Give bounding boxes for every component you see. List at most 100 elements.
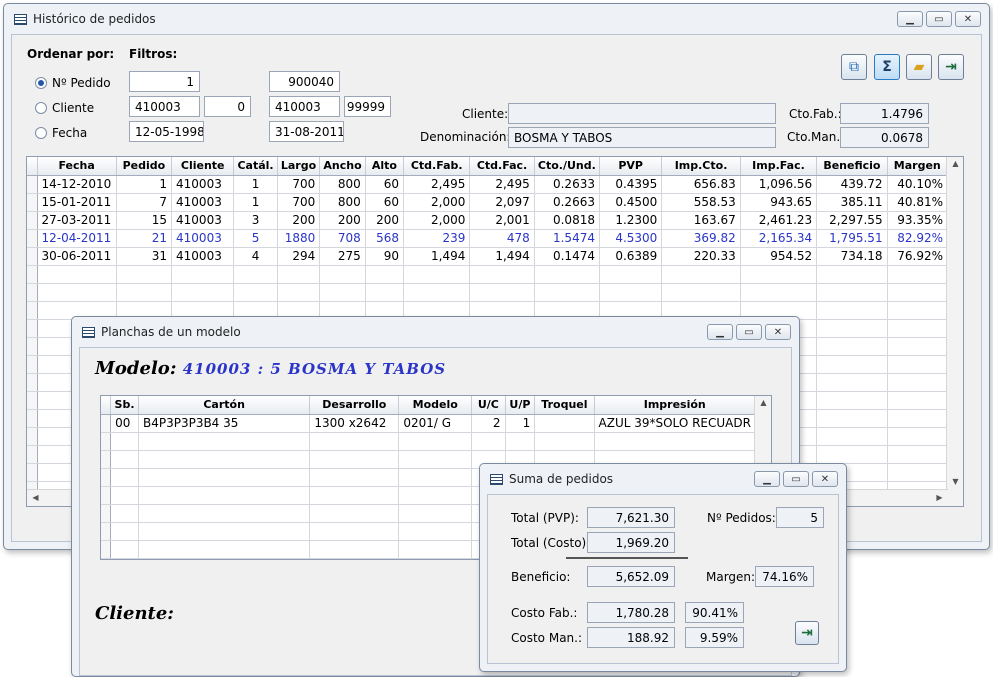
table-cell[interactable] <box>887 355 949 374</box>
table-cell[interactable] <box>816 391 888 410</box>
table-cell[interactable] <box>398 540 473 559</box>
table-cell[interactable]: 1 <box>233 193 278 212</box>
table-row[interactable]: 27-03-2011 15 410003 3 200 200 200 2,000 2,001 0.… <box>27 211 949 230</box>
row-selector[interactable] <box>101 486 112 505</box>
table-cell[interactable]: 954.52 <box>740 247 818 266</box>
table-cell[interactable] <box>534 283 600 302</box>
column-header[interactable]: Cartón <box>138 396 311 415</box>
table-cell[interactable] <box>469 283 535 302</box>
table-cell[interactable] <box>887 283 949 302</box>
row-selector[interactable] <box>27 211 38 230</box>
close-button[interactable]: ✕ <box>765 324 791 340</box>
table-cell[interactable]: 800 <box>319 193 366 212</box>
row-selector[interactable] <box>27 265 38 284</box>
table-cell[interactable]: 2,495 <box>469 175 535 194</box>
table-cell[interactable] <box>398 522 473 541</box>
table-cell[interactable] <box>277 283 321 302</box>
table-cell[interactable]: 40.81% <box>887 193 949 212</box>
cliente-sub-to-field[interactable]: 99999 <box>344 96 391 117</box>
table-cell[interactable] <box>816 445 888 464</box>
table-cell[interactable]: 200 <box>365 211 405 230</box>
row-selector[interactable] <box>27 301 38 320</box>
column-header[interactable]: Catál. <box>233 157 278 176</box>
table-cell[interactable]: 27-03-2011 <box>37 211 117 230</box>
table-cell[interactable]: 220.33 <box>661 247 741 266</box>
table-cell[interactable]: 943.65 <box>740 193 818 212</box>
column-header[interactable]: Impresión <box>594 396 757 415</box>
table-cell[interactable]: 2,165.34 <box>740 229 818 248</box>
table-cell[interactable]: 5 <box>233 229 278 248</box>
table-cell[interactable]: 2,000 <box>403 193 471 212</box>
table-cell[interactable]: 14-12-2010 <box>37 175 117 194</box>
table-cell[interactable] <box>887 337 949 356</box>
table-cell[interactable]: 1880 <box>277 229 321 248</box>
table-cell[interactable] <box>816 337 888 356</box>
fecha-to-field[interactable]: 31-08-2011 <box>269 121 344 142</box>
column-header[interactable]: Alto <box>365 157 405 176</box>
table-cell[interactable]: 1,795.51 <box>816 229 888 248</box>
row-selector[interactable] <box>101 414 112 433</box>
table-cell[interactable]: 93.35% <box>887 211 949 230</box>
cliente-from-field[interactable]: 410003 <box>129 96 200 117</box>
table-cell[interactable]: 0.4395 <box>599 175 663 194</box>
table-cell[interactable] <box>309 450 400 469</box>
table-cell[interactable] <box>816 319 888 338</box>
table-cell[interactable]: 800 <box>319 175 366 194</box>
row-selector[interactable] <box>27 247 38 266</box>
table-cell[interactable]: 4 <box>233 247 278 266</box>
table-cell[interactable]: 1.5474 <box>534 229 600 248</box>
table-cell[interactable]: 700 <box>277 175 321 194</box>
row-selector[interactable] <box>27 463 38 482</box>
table-cell[interactable] <box>233 265 278 284</box>
table-cell[interactable] <box>37 265 117 284</box>
table-cell[interactable] <box>887 463 949 482</box>
scroll-left-icon[interactable]: ◀ <box>27 493 44 502</box>
table-cell[interactable]: 0.2663 <box>534 193 600 212</box>
table-cell[interactable]: 558.53 <box>661 193 741 212</box>
column-header[interactable]: Imp.Fac. <box>740 157 818 176</box>
sum-button[interactable]: Σ <box>874 54 900 80</box>
table-cell[interactable] <box>534 414 595 433</box>
scroll-right-icon[interactable]: ▶ <box>931 493 948 502</box>
table-cell[interactable] <box>309 504 400 523</box>
table-row[interactable] <box>27 283 949 302</box>
table-cell[interactable] <box>110 450 139 469</box>
radio-fecha[interactable]: Fecha <box>35 126 87 140</box>
table-row[interactable]: 14-12-2010 1 410003 1 700 800 60 2,495 2,495 0.26… <box>27 175 949 194</box>
table-cell[interactable]: 12-04-2011 <box>37 229 117 248</box>
table-cell[interactable] <box>171 265 235 284</box>
table-cell[interactable] <box>661 283 741 302</box>
row-selector[interactable] <box>27 229 38 248</box>
table-cell[interactable]: 410003 <box>171 193 235 212</box>
table-cell[interactable] <box>171 283 235 302</box>
table-cell[interactable]: 568 <box>365 229 405 248</box>
row-selector[interactable] <box>101 522 112 541</box>
table-cell[interactable] <box>816 283 888 302</box>
column-header[interactable]: Troquel <box>534 396 595 415</box>
table-cell[interactable] <box>471 432 506 451</box>
table-cell[interactable] <box>887 409 949 428</box>
new-window-button[interactable]: ⧉ <box>841 54 867 80</box>
table-cell[interactable]: 90 <box>365 247 405 266</box>
table-cell[interactable]: 0.6389 <box>599 247 663 266</box>
table-cell[interactable]: 734.18 <box>816 247 888 266</box>
table-cell[interactable]: 410003 <box>171 247 235 266</box>
table-row[interactable]: 15-01-2011 7 410003 1 700 800 60 2,000 2,097 0.26… <box>27 193 949 212</box>
table-cell[interactable]: 2,097 <box>469 193 535 212</box>
table-cell[interactable]: 15-01-2011 <box>37 193 117 212</box>
row-selector[interactable] <box>27 445 38 464</box>
table-cell[interactable] <box>309 486 400 505</box>
table-cell[interactable] <box>116 283 173 302</box>
pedido-from-field[interactable]: 1 <box>129 71 200 92</box>
table-cell[interactable] <box>37 283 117 302</box>
table-cell[interactable] <box>403 265 471 284</box>
table-cell[interactable]: 0201/ G <box>398 414 473 433</box>
column-header[interactable]: Desarrollo <box>309 396 400 415</box>
table-cell[interactable] <box>816 265 888 284</box>
table-cell[interactable] <box>887 301 949 320</box>
table-cell[interactable] <box>309 432 400 451</box>
table-cell[interactable]: 275 <box>319 247 366 266</box>
pedido-to-field[interactable]: 900040 <box>269 71 340 92</box>
maximize-button[interactable]: ▭ <box>736 324 762 340</box>
row-selector[interactable] <box>101 504 112 523</box>
